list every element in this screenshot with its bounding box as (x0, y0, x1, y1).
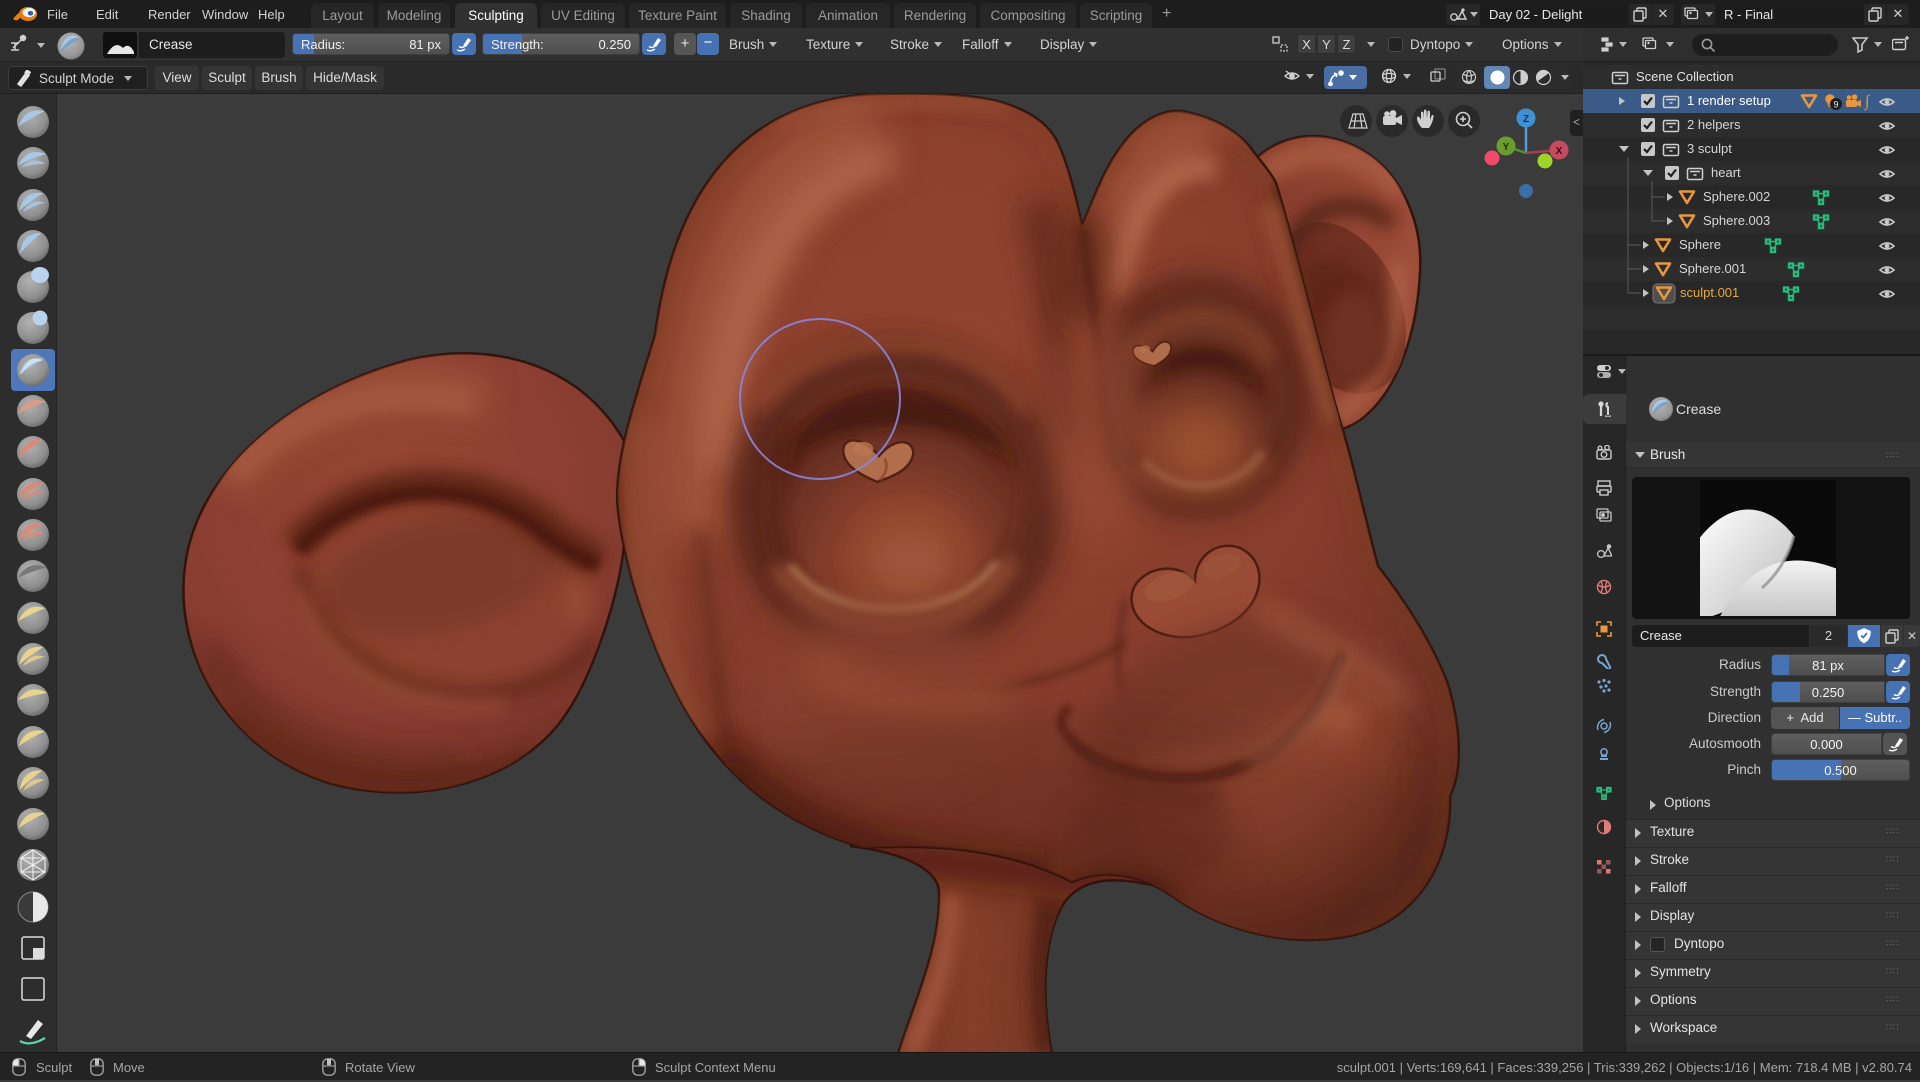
svg-text:X: X (1556, 146, 1563, 157)
svg-text:Z: Z (1523, 114, 1529, 125)
svg-text:Y: Y (1503, 142, 1510, 153)
svg-text:∫: ∫ (1864, 93, 1871, 111)
svg-text:9: 9 (1833, 100, 1838, 110)
